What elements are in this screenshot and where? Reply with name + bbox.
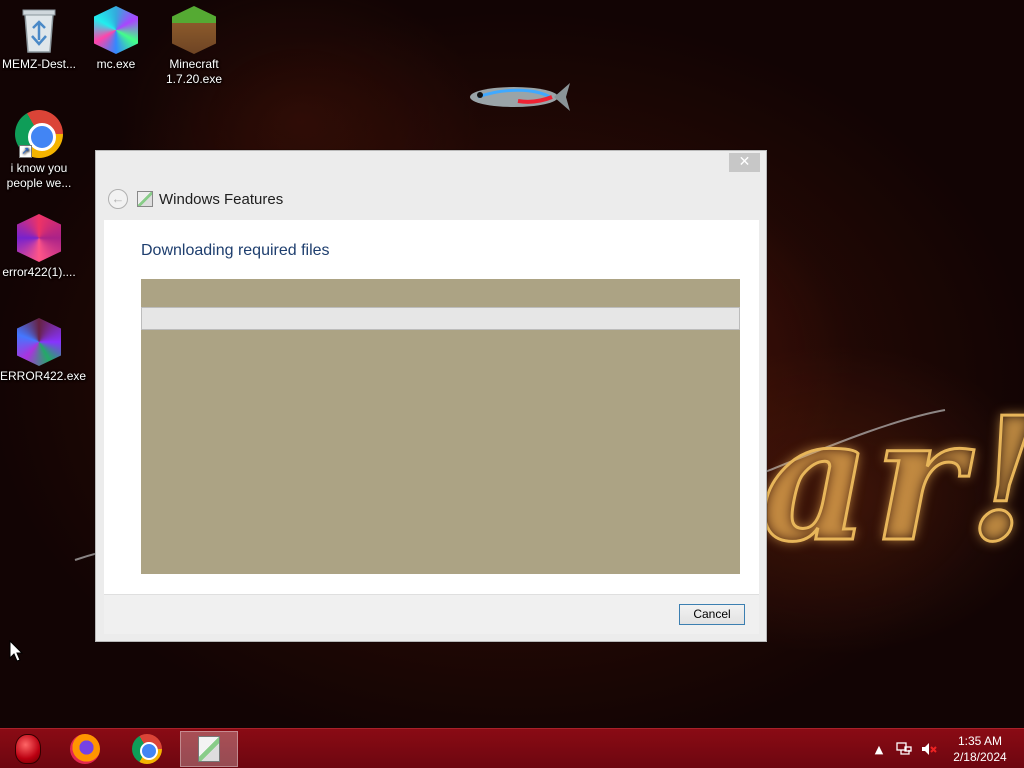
download-progress-bar	[141, 307, 740, 330]
minecraft-grass-block-icon	[170, 6, 218, 54]
purple-cube-icon	[15, 318, 63, 366]
shortcut-arrow-icon: ↗	[19, 145, 32, 158]
desktop-icon-recycle-bin[interactable]: MEMZ-Dest...	[0, 6, 78, 72]
start-orb-icon	[15, 734, 41, 764]
desktop-icon-label: mc.exe	[96, 57, 136, 71]
recycle-bin-icon	[15, 6, 63, 54]
pink-cube-icon	[15, 214, 63, 262]
rainbow-cube-icon	[92, 6, 140, 54]
desktop-icon-label: error422(1)....	[2, 265, 76, 279]
page-heading: Downloading required files	[141, 242, 330, 259]
close-button[interactable]: ✕	[729, 153, 760, 172]
windows-features-icon	[137, 191, 153, 207]
window-title: Windows Features	[159, 190, 284, 208]
desktop-icon-error422[interactable]: ERROR422.exe	[0, 318, 86, 384]
system-tray: ▲ 1:35 AM 2/18/2024	[870, 729, 1024, 768]
desktop-icon-chrome-shortcut[interactable]: ↗ i know you people we...	[0, 110, 78, 191]
network-icon[interactable]	[895, 741, 913, 757]
taskbar: ▲ 1:35 AM 2/18/2024	[0, 728, 1024, 768]
desktop-icon-mc-exe[interactable]: mc.exe	[77, 6, 155, 72]
back-arrow-icon[interactable]: ←	[108, 189, 128, 209]
chrome-icon: ↗	[15, 110, 63, 158]
chrome-icon	[132, 734, 162, 764]
desktop-icon-error422-1[interactable]: error422(1)....	[0, 214, 78, 280]
firefox-icon	[70, 734, 100, 764]
desktop-icon-minecraft[interactable]: Minecraft 1.7.20.exe	[155, 6, 233, 87]
mouse-cursor-icon	[9, 640, 23, 662]
taskbar-chrome[interactable]	[119, 731, 175, 767]
desktop-icon-label: i know you people we...	[6, 161, 72, 190]
taskbar-firefox[interactable]	[57, 731, 113, 767]
desktop-icon-label: ERROR422.exe	[0, 369, 87, 383]
dialog-content: Downloading required files	[104, 220, 759, 594]
windows-features-dialog: ✕ ← Windows Features Downloading require…	[95, 150, 767, 642]
desktop-icon-label: Minecraft 1.7.20.exe	[165, 57, 223, 86]
clock-date: 2/18/2024	[953, 750, 1007, 764]
show-hidden-icons-icon[interactable]: ▲	[870, 743, 888, 756]
cancel-button[interactable]: Cancel	[679, 604, 745, 625]
windows-features-icon	[198, 736, 220, 762]
title-row: ← Windows Features	[108, 189, 283, 209]
start-button[interactable]	[0, 731, 56, 767]
dialog-footer: Cancel	[104, 594, 759, 634]
volume-muted-icon[interactable]	[920, 741, 938, 757]
clock-time: 1:35 AM	[957, 734, 1003, 748]
desktop-icon-label: MEMZ-Dest...	[2, 57, 76, 71]
clock[interactable]: 1:35 AM 2/18/2024	[946, 733, 1014, 765]
wallpaper-lights-art: ar!	[758, 380, 1024, 580]
fish-decoration-icon	[470, 83, 570, 111]
taskbar-windows-features[interactable]	[180, 731, 238, 767]
